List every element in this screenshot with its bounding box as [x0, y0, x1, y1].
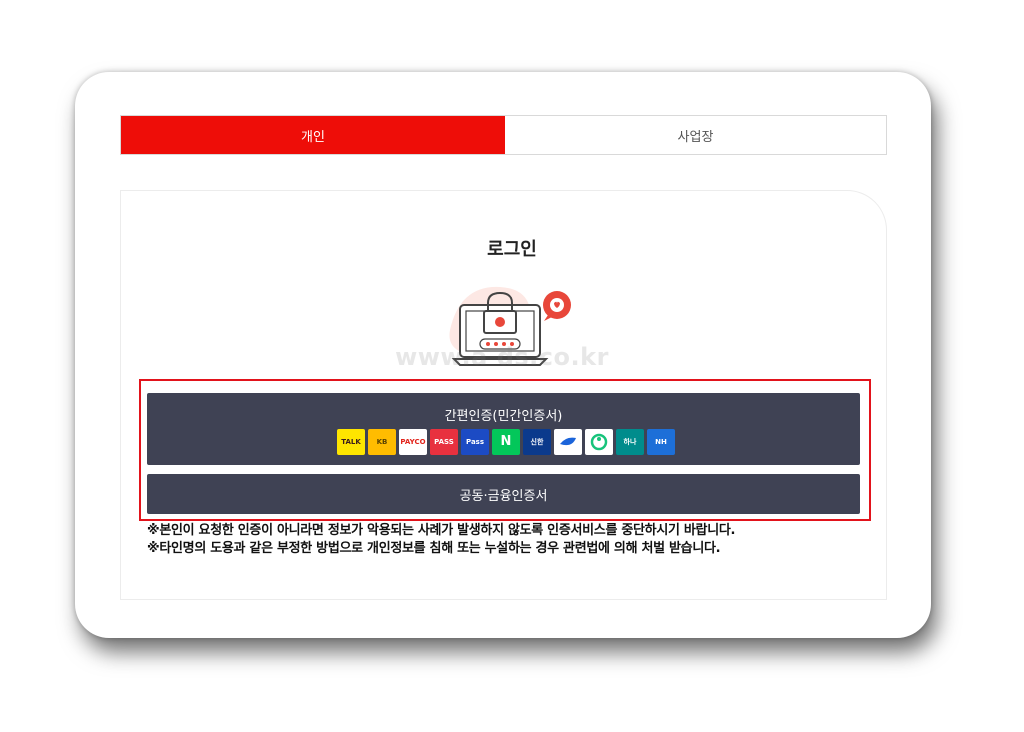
shinhan-icon: 신한: [523, 429, 551, 455]
joint-cert-button[interactable]: 공동·금융인증서: [147, 474, 860, 514]
auth-provider-icons: TALK KB PAYCO PASS Pass N 신한 하나 NH: [337, 429, 675, 455]
toss-icon: [554, 429, 582, 455]
simple-auth-button[interactable]: 간편인증(민간인증서) TALK KB PAYCO PASS Pass N 신한…: [147, 393, 860, 465]
notice-line: ※본인이 요청한 인증이 아니라면 정보가 악용되는 사례가 발생하지 않도록 …: [147, 523, 736, 538]
simple-auth-label: 간편인증(민간인증서): [444, 409, 563, 424]
page-title: 로그인: [487, 239, 537, 260]
tab-personal[interactable]: 개인: [121, 116, 505, 154]
banksalad-icon: [585, 429, 613, 455]
pass-icon: PASS: [430, 429, 458, 455]
hana-icon: 하나: [616, 429, 644, 455]
samsung-pass-icon: Pass: [461, 429, 489, 455]
watermark: www.a ds.co.kr: [395, 343, 609, 371]
kakao-icon: TALK: [337, 429, 365, 455]
notice-text: ※본인이 요청한 인증이 아니라면 정보가 악용되는 사례가 발생하지 않도록 …: [147, 522, 735, 558]
payco-icon: PAYCO: [399, 429, 427, 455]
kb-icon: KB: [368, 429, 396, 455]
notice-line: ※타인명의 도용과 같은 부정한 방법으로 개인정보를 침해 또는 누설하는 경…: [147, 541, 721, 556]
tab-business[interactable]: 사업장: [505, 116, 886, 154]
naver-icon: N: [492, 429, 520, 455]
login-type-tabs: 개인 사업장: [120, 115, 887, 155]
nh-icon: NH: [647, 429, 675, 455]
